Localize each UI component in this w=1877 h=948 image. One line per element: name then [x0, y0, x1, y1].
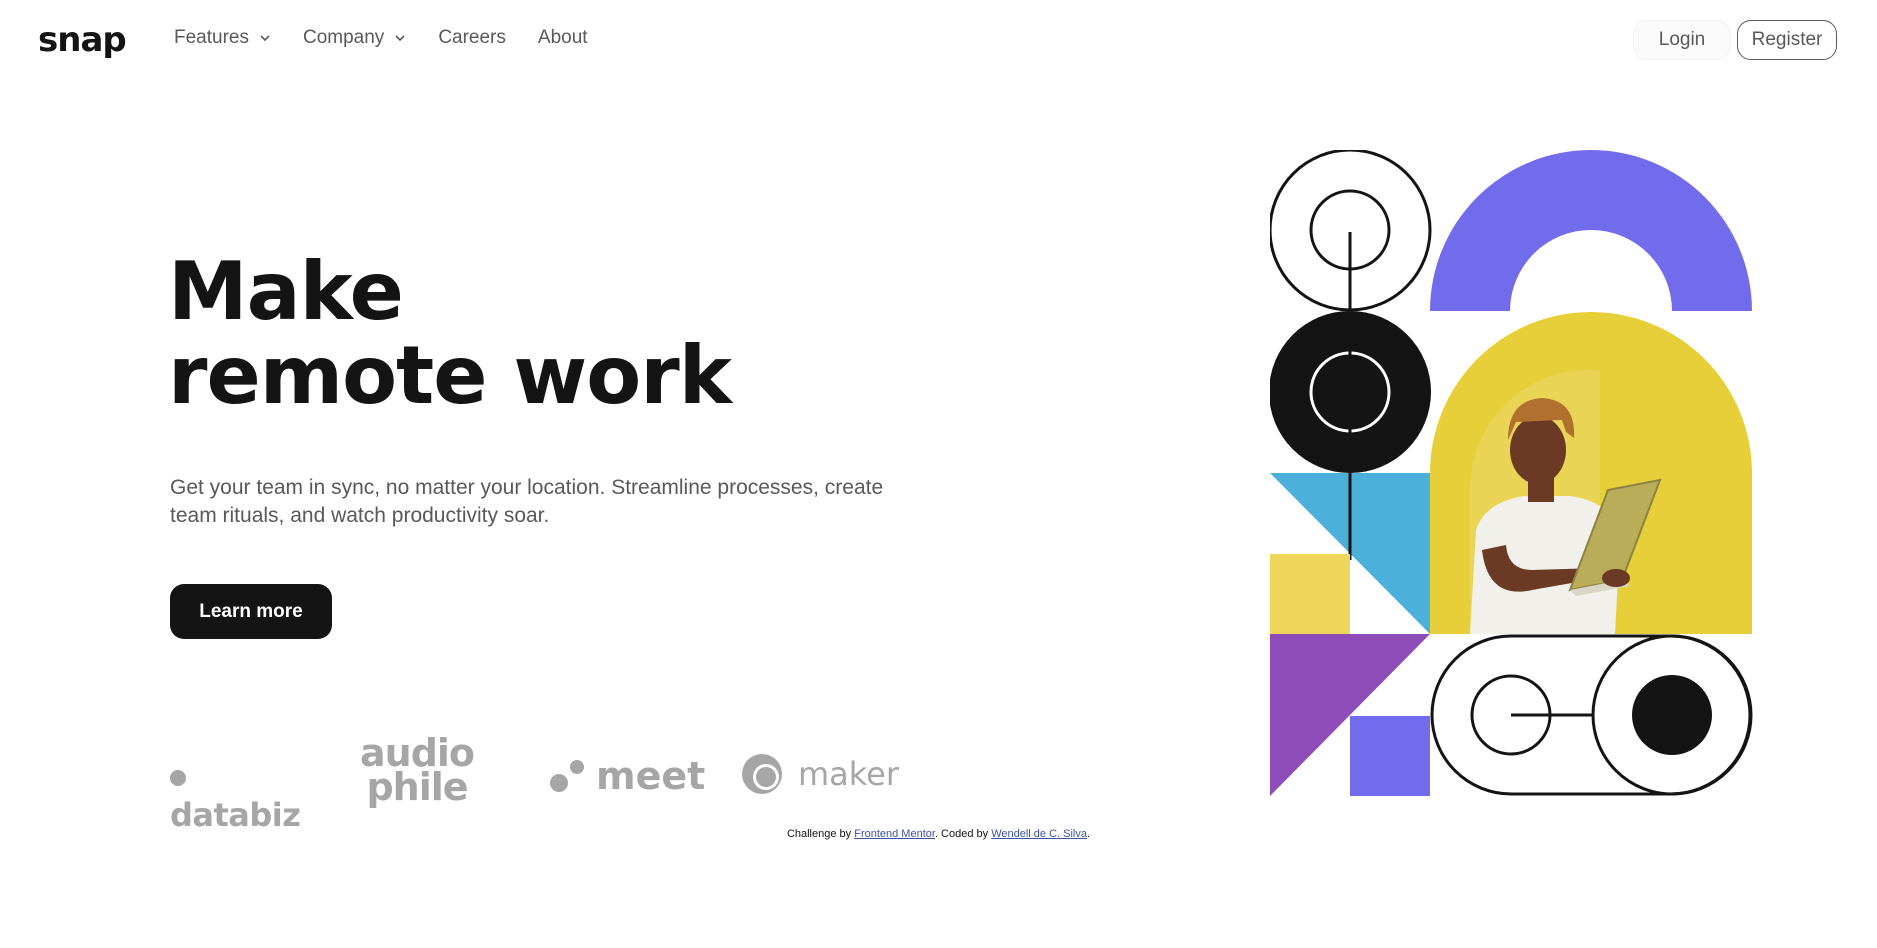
maker-circle-icon: [742, 754, 782, 794]
snap-logo[interactable]: snap: [38, 20, 127, 60]
meet-text: meet: [596, 754, 706, 798]
main-nav: Features Company Careers About: [174, 27, 620, 49]
yellow-square-shape: [1270, 554, 1350, 634]
attribution-prefix: Challenge by: [786, 828, 855, 840]
hero-illustration: [1270, 150, 1753, 796]
person-with-laptop-photo: [1430, 312, 1752, 634]
hero-title-line1: Make: [168, 245, 404, 338]
nav-item-careers[interactable]: Careers: [438, 27, 506, 49]
register-button[interactable]: Register: [1737, 20, 1837, 60]
databiz-dot-icon: [170, 770, 186, 786]
meet-dots-icon: [550, 756, 586, 796]
attribution-suffix: .: [1087, 828, 1091, 840]
nav-item-about[interactable]: About: [538, 27, 588, 49]
nav-label-features: Features: [174, 27, 249, 48]
learn-more-button[interactable]: Learn more: [170, 584, 332, 639]
audiophile-line2: phile: [366, 765, 468, 809]
hero-title-line2: remote work: [168, 329, 732, 422]
client-databiz-logo: databiz: [170, 758, 301, 834]
hero-description: Get your team in sync, no matter your lo…: [170, 474, 900, 530]
author-link[interactable]: Wendell de C. Silva: [991, 828, 1087, 840]
small-blue-square-shape: [1350, 716, 1430, 796]
attribution: Challenge by Frontend Mentor. Coded by W…: [0, 828, 1877, 840]
auth-buttons: Login Register: [1633, 20, 1837, 60]
client-audiophile-logo: audio phile: [360, 734, 475, 809]
client-meet-logo: meet: [550, 754, 705, 798]
nav-item-features[interactable]: Features: [174, 27, 271, 49]
attribution-middle: . Coded by: [934, 828, 992, 840]
client-maker-logo: maker: [740, 752, 899, 796]
chevron-down-icon: [394, 32, 406, 44]
frontend-mentor-link[interactable]: Frontend Mentor: [854, 828, 935, 840]
hero-description-line1: Get your team in sync, no matter your lo…: [170, 476, 884, 499]
nav-item-company[interactable]: Company: [303, 27, 406, 49]
nav-label-about: About: [537, 27, 588, 48]
toggle-pill-shape: [1430, 634, 1753, 796]
arch-shape: [1430, 150, 1752, 311]
nav-label-company: Company: [302, 27, 385, 48]
login-button[interactable]: Login: [1633, 20, 1731, 60]
hero-description-line2: team rituals, and watch productivity soa…: [170, 504, 550, 527]
hero-title: Make remote work: [168, 245, 732, 422]
chevron-down-icon: [259, 32, 271, 44]
maker-text: maker: [798, 755, 900, 793]
nav-label-careers: Careers: [438, 27, 506, 48]
